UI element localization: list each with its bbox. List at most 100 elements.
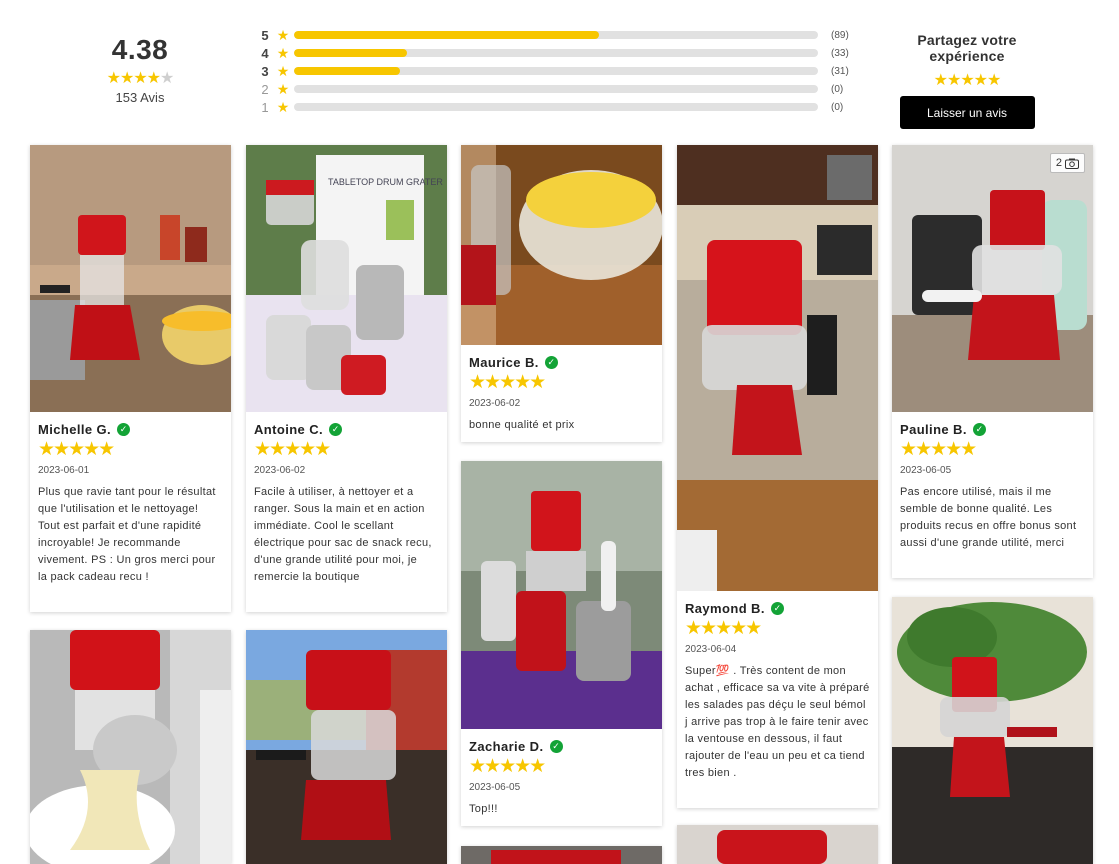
review-card[interactable]: [246, 630, 447, 864]
verified-check-icon: ✓: [117, 423, 131, 436]
rating-bar-fill: [294, 49, 408, 57]
share-experience: Partagez votre expérience ★★★★★ Laisser …: [880, 32, 1054, 129]
review-photo[interactable]: [246, 630, 447, 864]
write-review-button[interactable]: Laisser un avis: [899, 96, 1035, 129]
rating-bar-fill: [294, 31, 599, 39]
star-icon: ★: [276, 44, 290, 61]
reviewer-name: Michelle G.: [38, 422, 112, 437]
photo-grater-counter: [677, 145, 878, 591]
review-photo[interactable]: [30, 145, 231, 412]
rating-bar-count: (31): [831, 65, 849, 77]
photo-grater-partial: [677, 825, 878, 864]
photo-grater-outdoor: [246, 630, 447, 864]
verified-check-icon: ✓: [329, 423, 342, 436]
review-card[interactable]: [892, 597, 1093, 864]
photo-count-badge[interactable]: 2: [1049, 153, 1085, 173]
review-stars: ★★★★★: [469, 756, 546, 777]
rating-bar-track: [294, 85, 818, 93]
rating-bar-count: (0): [831, 101, 844, 113]
reviews-count: 153 Avis: [115, 90, 165, 105]
review-date: 2023-06-02: [469, 398, 521, 409]
review-card[interactable]: Zacharie D. ✓ ★★★★★ 2023-06-05 Top!!!: [461, 461, 662, 826]
review-date: 2023-06-05: [469, 782, 521, 793]
review-card[interactable]: [677, 825, 878, 864]
reviewer-name: Maurice B.: [469, 355, 539, 370]
share-title: Partagez votre expérience: [917, 32, 1017, 64]
rating-bar-track: [294, 31, 818, 39]
star-icon: ★: [276, 62, 290, 79]
rating-bar-fill: [294, 67, 401, 75]
review-date: 2023-06-04: [685, 644, 737, 655]
verified-check-icon: ✓: [972, 423, 986, 436]
photo-grater-partial: [461, 846, 662, 864]
verified-check-icon: ✓: [544, 356, 558, 369]
review-card[interactable]: Maurice B. ✓ ★★★★★ 2023-06-02 bonne qual…: [461, 145, 662, 442]
svg-text:TABLETOP DRUM GRATER: TABLETOP DRUM GRATER: [328, 177, 443, 187]
review-photo[interactable]: [677, 825, 878, 864]
review-stars: ★★★★★: [254, 439, 331, 460]
review-photo[interactable]: [892, 597, 1093, 864]
photo-grater-drums: [461, 461, 662, 729]
reviewer-name: Pauline B.: [900, 422, 967, 437]
star-icon: ★: [276, 98, 290, 115]
rating-bar-count: (89): [831, 29, 849, 41]
review-stars: ★★★★★: [469, 372, 546, 393]
review-text: Pas encore utilisé, mais il me semble de…: [900, 486, 1077, 549]
verified-check-icon: ✓: [770, 602, 784, 615]
average-rating-block: 4.38 ★★★★★ 153 Avis: [80, 34, 200, 105]
review-date: 2023-06-01: [38, 465, 90, 476]
rating-bar-track: [294, 49, 818, 57]
review-card[interactable]: Michelle G. ✓ ★★★★★ 2023-06-01 Plus que …: [30, 145, 231, 612]
review-text: Facile à utiliser, à nettoyer et a range…: [254, 486, 432, 583]
review-stars: ★★★★★: [685, 618, 762, 639]
rating-bar-label: 5: [261, 27, 269, 43]
photo-grater-white-handle: [892, 145, 1093, 412]
rating-bar-track: [294, 103, 818, 111]
reviews-summary: 4.38 ★★★★★ 153 Avis 5 ★ (89) 4 ★ (33) 3 …: [0, 0, 1119, 130]
rating-bar-count: (0): [831, 83, 844, 95]
review-card[interactable]: [30, 630, 231, 864]
reviewer-name: Zacharie D.: [469, 739, 544, 754]
review-text: Super💯 . Très content de mon achat , eff…: [685, 665, 870, 779]
photo-count: 2: [1055, 157, 1062, 169]
review-photo[interactable]: 2: [892, 145, 1093, 412]
camera-icon: [1065, 158, 1079, 169]
rating-bar-label: 1: [261, 99, 269, 115]
photo-grater-plant: [892, 597, 1093, 864]
review-photo[interactable]: [677, 145, 878, 591]
review-text: Top!!!: [469, 803, 498, 815]
photo-grater-cheese: [30, 630, 231, 864]
review-card[interactable]: 2 Pauline B. ✓ ★★★★★ 2023-06-05 Pas enco…: [892, 145, 1093, 578]
review-photo[interactable]: [461, 461, 662, 729]
rating-bar-3[interactable]: 3 ★ (31): [258, 62, 858, 80]
review-photo[interactable]: TABLETOP DRUM GRATER: [246, 145, 447, 412]
star-icon: ★: [276, 80, 290, 97]
average-stars: ★★★★★: [106, 70, 175, 87]
rating-bar-5[interactable]: 5 ★ (89): [258, 26, 858, 44]
rating-bar-4[interactable]: 4 ★ (33): [258, 44, 858, 62]
review-stars: ★★★★★: [38, 439, 115, 460]
verified-check-icon: ✓: [549, 740, 563, 753]
review-photo[interactable]: [461, 846, 662, 864]
review-card[interactable]: TABLETOP DRUM GRATER Antoine C. ✓ ★★★★★ …: [246, 145, 447, 612]
review-photo[interactable]: [30, 630, 231, 864]
rating-distribution: 5 ★ (89) 4 ★ (33) 3 ★ (31) 2 ★ (0) 1 ★ (…: [258, 26, 858, 116]
review-photo[interactable]: [461, 145, 662, 345]
rating-bar-label: 3: [261, 63, 269, 79]
rating-bar-count: (33): [831, 47, 849, 59]
review-date: 2023-06-02: [254, 465, 306, 476]
review-card[interactable]: [461, 846, 662, 864]
share-rating-stars[interactable]: ★★★★★: [880, 70, 1054, 90]
star-icon: ★: [276, 26, 290, 43]
review-text: Plus que ravie tant pour le résultat que…: [38, 486, 216, 583]
rating-bar-label: 2: [261, 81, 269, 97]
rating-bar-2[interactable]: 2 ★ (0): [258, 80, 858, 98]
review-text: bonne qualité et prix: [469, 419, 575, 431]
review-card[interactable]: Raymond B. ✓ ★★★★★ 2023-06-04 Super💯 . T…: [677, 145, 878, 808]
photo-grater-box: TABLETOP DRUM GRATER: [246, 145, 447, 412]
reviewer-name: Antoine C.: [254, 422, 323, 437]
average-rating: 4.38: [111, 34, 169, 65]
rating-bar-1[interactable]: 1 ★ (0): [258, 98, 858, 116]
review-stars: ★★★★★: [900, 439, 977, 460]
review-date: 2023-06-05: [900, 465, 952, 476]
